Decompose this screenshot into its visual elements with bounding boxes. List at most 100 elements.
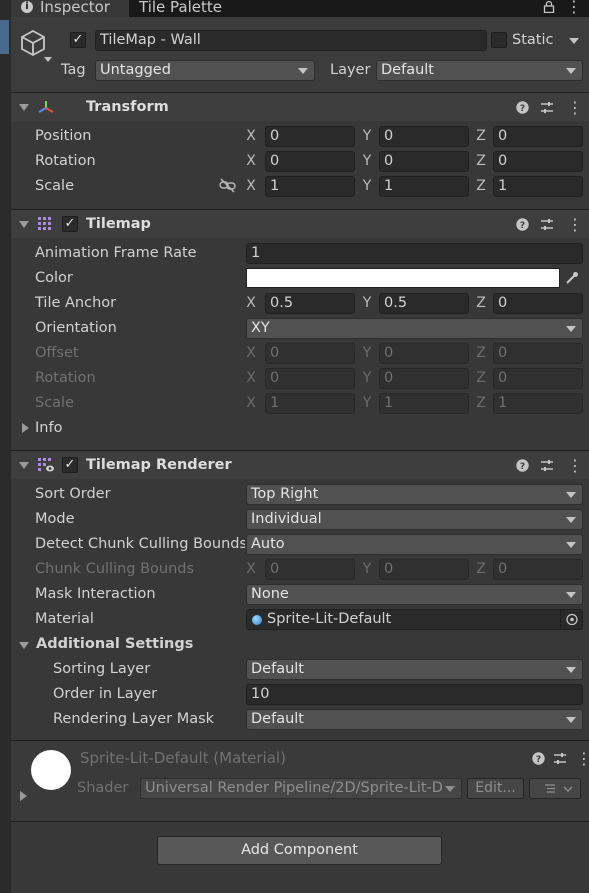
help-icon[interactable]: ? [532, 744, 545, 773]
axis-x-label[interactable]: X [245, 176, 257, 197]
additional-settings-foldout-icon[interactable] [19, 642, 29, 649]
anchor-y-field[interactable]: 0.5 [379, 293, 469, 314]
foldout-arrow-icon[interactable] [19, 104, 29, 111]
additional-settings-label[interactable]: Additional Settings [36, 632, 193, 657]
tilemap-renderer-header[interactable]: ✓ Tilemap Renderer ? ⋮ [11, 450, 589, 479]
foldout-arrow-icon[interactable] [19, 462, 29, 469]
help-icon[interactable]: ? [516, 451, 529, 480]
tile-rotation-z-field: 0 [493, 368, 583, 389]
scale-z-field[interactable]: 1 [493, 176, 583, 197]
detect-chunk-dropdown[interactable]: Auto [246, 534, 583, 555]
tile-scale-label: Scale [35, 395, 75, 411]
axis-z-label[interactable]: Z [475, 176, 487, 197]
tilemap-header[interactable]: ✓ Tilemap ? ⋮ [11, 209, 589, 238]
presets-icon[interactable] [540, 93, 554, 122]
eyedropper-icon[interactable] [564, 270, 579, 290]
kebab-menu-icon[interactable]: ⋮ [567, 93, 583, 122]
scale-y-field[interactable]: 1 [379, 176, 469, 197]
rotation-x-field[interactable]: 0 [265, 151, 355, 172]
icon-dropdown-arrow[interactable] [44, 57, 52, 62]
material-field[interactable]: Sprite-Lit-Default [246, 609, 583, 630]
kebab-menu-icon[interactable]: ⋮ [567, 210, 583, 239]
axis-y-label[interactable]: Y [361, 293, 373, 314]
axis-x-label[interactable]: X [245, 151, 257, 172]
axis-z-label[interactable]: Z [475, 126, 487, 147]
sorting-layer-dropdown[interactable]: Default [246, 659, 583, 680]
tag-dropdown[interactable]: Untagged [95, 60, 315, 81]
divider [11, 821, 589, 822]
orientation-value: XY [251, 320, 270, 336]
static-dropdown-arrow[interactable] [569, 38, 579, 44]
axis-y-label[interactable]: Y [361, 176, 373, 197]
info-foldout-arrow-icon[interactable] [22, 423, 29, 433]
tab-inspector[interactable]: i Inspector [11, 0, 129, 17]
tag-label: Tag [61, 62, 86, 78]
add-component-button[interactable]: Add Component [157, 836, 442, 865]
svg-text:?: ? [520, 221, 525, 231]
color-field[interactable] [246, 268, 560, 288]
layer-dropdown[interactable]: Default [376, 60, 583, 81]
sort-order-dropdown[interactable]: Top Right [246, 484, 583, 505]
axis-z-label[interactable]: Z [475, 151, 487, 172]
anchor-x-field[interactable]: 0.5 [265, 293, 355, 314]
mask-interaction-label: Mask Interaction [35, 586, 156, 602]
layer-label: Layer [330, 62, 371, 78]
help-icon[interactable]: ? [516, 210, 529, 239]
axis-x-label[interactable]: X [245, 293, 257, 314]
shader-label: Shader [77, 780, 129, 796]
mode-dropdown[interactable]: Individual [246, 509, 583, 530]
shader-options-button[interactable] [529, 778, 581, 799]
mode-label: Mode [35, 511, 75, 527]
position-y-field[interactable]: 0 [379, 126, 469, 147]
presets-icon[interactable] [540, 451, 554, 480]
axis-z-label: Z [476, 345, 486, 361]
kebab-menu-icon[interactable]: ⋮ [567, 451, 583, 480]
active-checkbox[interactable]: ✓ [70, 32, 86, 48]
rotation-y-field[interactable]: 0 [379, 151, 469, 172]
tab-tile-palette[interactable]: Tile Palette [129, 0, 249, 17]
object-picker-icon[interactable] [560, 610, 582, 629]
axis-y-label: Y [362, 395, 372, 411]
static-label: Static [512, 32, 554, 48]
scale-x-field[interactable]: 1 [265, 176, 355, 197]
position-z-field[interactable]: 0 [493, 126, 583, 147]
tab-bar: i Inspector Tile Palette ⋮ [11, 0, 589, 17]
transform-header[interactable]: Transform ? ⋮ [11, 92, 589, 121]
axis-y-label[interactable]: Y [361, 151, 373, 172]
axis-y-label[interactable]: Y [361, 126, 373, 147]
axis-x-label: X [246, 561, 256, 577]
static-checkbox[interactable] [491, 32, 507, 48]
object-name-field[interactable]: TileMap - Wall [95, 30, 487, 51]
constrain-proportions-icon[interactable] [219, 178, 236, 197]
edit-shader-button[interactable]: Edit... [467, 778, 524, 799]
svg-text:?: ? [520, 462, 525, 472]
orientation-dropdown[interactable]: XY [246, 318, 583, 339]
axis-x-label[interactable]: X [245, 126, 257, 147]
material-foldout-arrow-icon[interactable] [20, 791, 27, 801]
kebab-menu-icon[interactable]: ⋮ [566, 0, 582, 15]
anim-frame-rate-field[interactable]: 1 [246, 243, 583, 264]
lock-icon[interactable] [543, 0, 555, 17]
tilemap-enabled-checkbox[interactable]: ✓ [62, 216, 78, 232]
help-icon[interactable]: ? [516, 93, 529, 122]
rendering-layer-mask-dropdown[interactable]: Default [246, 709, 583, 730]
rotation-z-field[interactable]: 0 [493, 151, 583, 172]
tab-label: Tile Palette [139, 0, 222, 16]
foldout-arrow-icon[interactable] [19, 221, 29, 228]
shader-dropdown[interactable]: Universal Render Pipeline/2D/Sprite-Lit-… [140, 778, 462, 799]
presets-icon[interactable] [540, 210, 554, 239]
renderer-enabled-checkbox[interactable]: ✓ [62, 457, 78, 473]
rendering-layer-mask-label: Rendering Layer Mask [53, 711, 215, 727]
info-label[interactable]: Info [35, 416, 62, 441]
axis-x-label: X [246, 395, 256, 411]
kebab-menu-icon[interactable]: ⋮ [576, 744, 589, 773]
order-in-layer-field[interactable]: 10 [246, 684, 583, 705]
presets-icon[interactable] [553, 744, 567, 773]
position-x-field[interactable]: 0 [265, 126, 355, 147]
axis-z-label[interactable]: Z [475, 293, 487, 314]
shader-value: Universal Render Pipeline/2D/Sprite-Lit-… [145, 780, 443, 796]
anchor-z-field[interactable]: 0 [493, 293, 583, 314]
tile-rotation-x-field: 0 [265, 368, 355, 389]
tilemap-grid-icon [37, 216, 53, 236]
mask-interaction-dropdown[interactable]: None [246, 584, 583, 605]
